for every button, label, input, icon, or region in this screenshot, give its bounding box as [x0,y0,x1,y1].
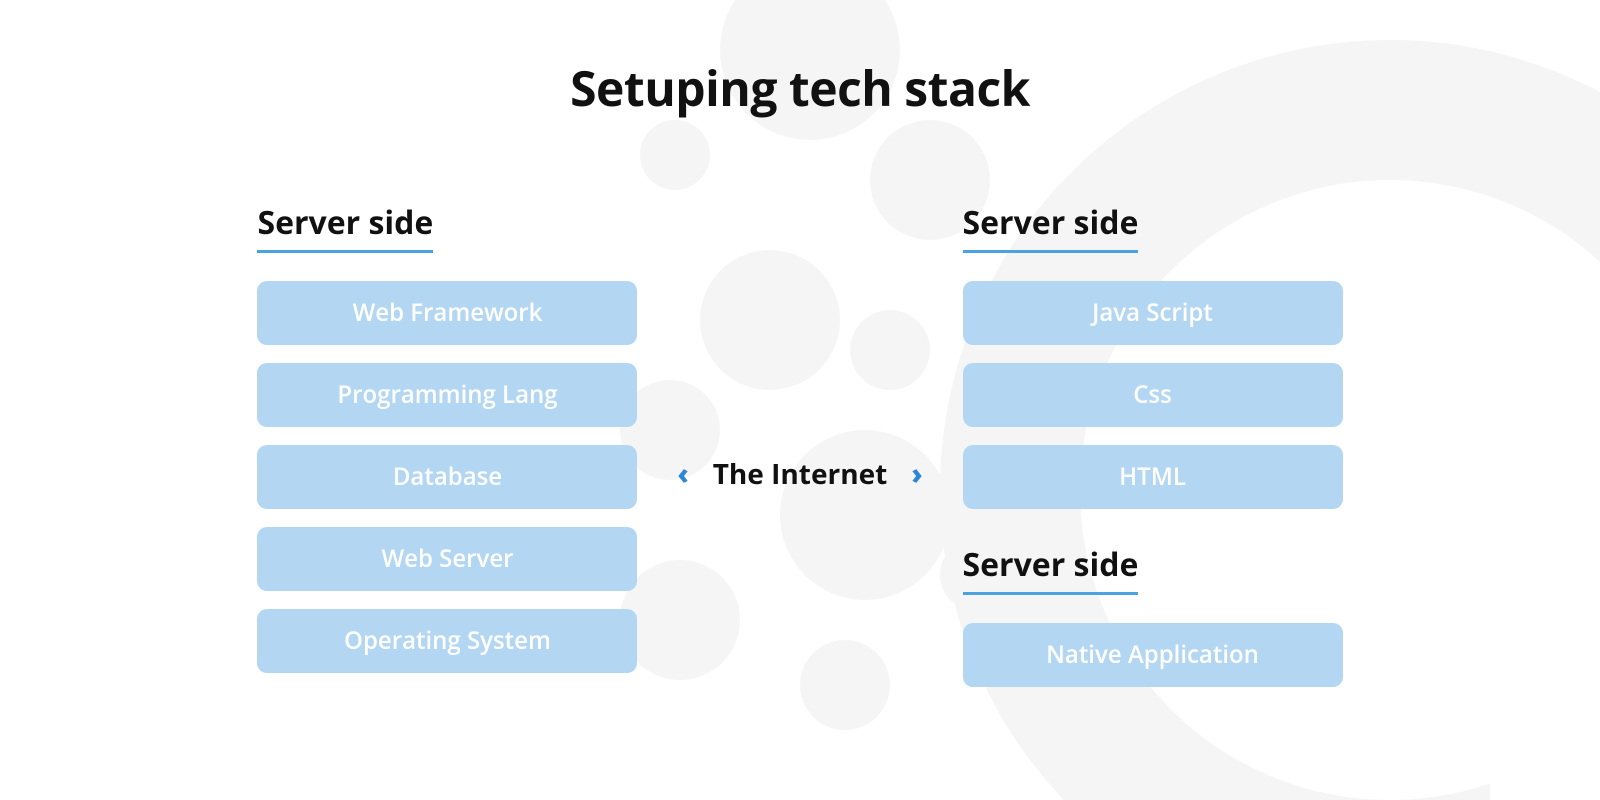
chevron-left-icon: ‹ [677,460,688,488]
pill-programming-lang: Programming Lang [257,363,637,427]
pill-web-server: Web Server [257,527,637,591]
chevron-right-icon: › [911,460,922,488]
columns: Server side Web Framework Programming La… [0,201,1600,687]
right-top-heading: Server side [963,201,1139,253]
pill-javascript: Java Script [963,281,1343,345]
server-side-right-column: Server side Java Script Css HTML Server … [963,201,1343,687]
right-bottom-block: Server side Native Application [963,543,1343,687]
page-title: Setuping tech stack [0,56,1600,121]
center-connector: ‹ The Internet › [677,395,922,493]
pill-native-application: Native Application [963,623,1343,687]
left-stack: Web Framework Programming Lang Database … [257,281,637,673]
server-side-left-column: Server side Web Framework Programming La… [257,201,637,673]
pill-operating-system: Operating System [257,609,637,673]
right-bottom-heading: Server side [963,543,1139,595]
pill-css: Css [963,363,1343,427]
pill-html: HTML [963,445,1343,509]
right-top-block: Server side Java Script Css HTML [963,201,1343,509]
left-heading: Server side [257,201,433,253]
right-top-stack: Java Script Css HTML [963,281,1343,509]
right-bottom-stack: Native Application [963,623,1343,687]
pill-web-framework: Web Framework [257,281,637,345]
center-label: The Internet [713,455,888,493]
pill-database: Database [257,445,637,509]
